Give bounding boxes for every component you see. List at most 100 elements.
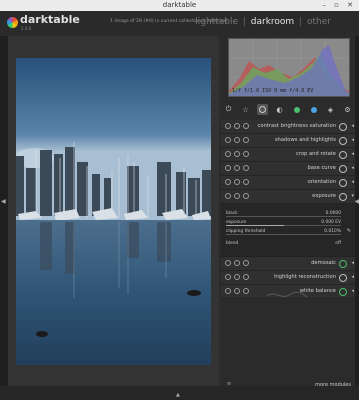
black-slider[interactable]: black 0.0000: [226, 210, 341, 217]
module-reset-icon[interactable]: [243, 274, 249, 280]
window-controls[interactable]: – ▫ ✕: [322, 1, 356, 10]
module-power-icon[interactable]: [225, 137, 231, 143]
expand-caret-icon[interactable]: ◂: [351, 274, 354, 280]
left-panel-collapsed: [0, 36, 8, 386]
module-name: exposure: [312, 193, 336, 199]
module-base-curve[interactable]: base curve ◂: [221, 162, 355, 176]
expand-caret-icon[interactable]: ◂: [351, 179, 354, 185]
slider-fill: [226, 225, 284, 226]
power-icon[interactable]: ⏻: [223, 104, 234, 115]
module-orientation[interactable]: orientation ◂: [221, 176, 355, 190]
module-power-icon[interactable]: [225, 288, 231, 294]
app-name: darktable: [20, 13, 80, 26]
module-reset-icon[interactable]: [243, 151, 249, 157]
color-picker-icon[interactable]: ✎: [347, 228, 351, 234]
app-version: 2.4.0: [21, 26, 32, 31]
module-type-icon: [339, 137, 347, 145]
blend-label: blend: [226, 241, 239, 246]
module-reset-icon[interactable]: [243, 123, 249, 129]
module-reset-icon[interactable]: [243, 137, 249, 143]
histogram[interactable]: 1/f f/1.0 ISO 0 mm f/4.0 EV: [228, 38, 350, 97]
correct-group-icon[interactable]: [308, 104, 319, 115]
view-other[interactable]: other: [307, 17, 331, 27]
image-preview[interactable]: [16, 58, 211, 365]
module-controls: [225, 137, 249, 143]
more-modules-button[interactable]: more modules: [315, 382, 351, 389]
harbour-photo: [16, 58, 211, 365]
slider-track: [226, 216, 341, 217]
exposure-slider[interactable]: exposure 0.000 EV: [226, 219, 341, 226]
module-crop-and-rotate[interactable]: crop and rotate ◂: [221, 148, 355, 162]
module-preset-icon[interactable]: [234, 137, 240, 143]
view-darkroom[interactable]: darkroom: [251, 17, 294, 27]
module-power-icon[interactable]: [225, 165, 231, 171]
module-name: orientation: [307, 179, 336, 185]
effect-group-icon[interactable]: ◈: [325, 104, 336, 115]
clipping-threshold-slider[interactable]: clipping threshold 0.010%: [226, 228, 341, 235]
view-separator: |: [299, 17, 303, 27]
darkroom-center-view: [8, 36, 219, 386]
module-controls: [225, 151, 249, 157]
expand-caret-icon[interactable]: ◂: [351, 137, 354, 143]
module-power-icon[interactable]: [225, 151, 231, 157]
module-preset-icon[interactable]: [234, 260, 240, 266]
module-controls: [225, 288, 249, 294]
expand-left-panel-icon[interactable]: ◀: [1, 198, 6, 205]
module-list: contrast brightness saturation ◂ shadows…: [221, 120, 355, 299]
module-power-icon[interactable]: [225, 123, 231, 129]
module-preset-icon[interactable]: [234, 179, 240, 185]
module-type-icon: [339, 274, 347, 282]
exif-info: 1/f f/1.0 ISO 0 mm f/4.0 EV: [232, 88, 314, 94]
tone-group-icon[interactable]: ◐: [274, 104, 285, 115]
blend-value: off: [335, 241, 341, 246]
module-power-icon[interactable]: [225, 193, 231, 199]
module-power-icon[interactable]: [225, 274, 231, 280]
collapse-caret-icon[interactable]: ▾: [351, 193, 354, 199]
module-type-icon: [339, 193, 347, 201]
module-preset-icon[interactable]: [234, 288, 240, 294]
exposure-settings: black 0.0000 exposure 0.000 EV clipping …: [221, 204, 355, 257]
module-demosaic[interactable]: demosaic ◂: [221, 257, 355, 271]
module-exposure[interactable]: exposure ▾: [221, 190, 355, 204]
module-name: crop and rotate: [295, 151, 336, 157]
module-reset-icon[interactable]: [243, 193, 249, 199]
module-controls: [225, 165, 249, 171]
expand-caret-icon[interactable]: ◂: [351, 260, 354, 266]
expand-caret-icon[interactable]: ◂: [351, 288, 354, 294]
module-power-icon[interactable]: [225, 179, 231, 185]
module-name: contrast brightness saturation: [257, 123, 336, 129]
expand-caret-icon[interactable]: ◂: [351, 165, 354, 171]
module-reset-icon[interactable]: [243, 165, 249, 171]
module-highlight-reconstruction[interactable]: highlight reconstruction ◂: [221, 271, 355, 285]
module-type-icon: [339, 123, 347, 131]
color-group-icon[interactable]: [291, 104, 302, 115]
expand-caret-icon[interactable]: ◂: [351, 123, 354, 129]
view-lighttable[interactable]: lighttable: [195, 17, 238, 27]
module-controls: [225, 193, 249, 199]
basic-group-icon[interactable]: [257, 104, 268, 115]
module-preset-icon[interactable]: [234, 151, 240, 157]
module-reset-icon[interactable]: [243, 260, 249, 266]
module-reset-icon[interactable]: [243, 179, 249, 185]
module-type-icon: [339, 288, 347, 296]
collapse-right-panel-icon[interactable]: ◀: [354, 198, 359, 205]
star-icon[interactable]: ☆: [240, 104, 251, 115]
module-preset-icon[interactable]: [234, 165, 240, 171]
module-type-icon: [339, 179, 347, 187]
module-preset-icon[interactable]: [234, 274, 240, 280]
module-type-icon: [339, 260, 347, 268]
module-shadows-and-highlights[interactable]: shadows and highlights ◂: [221, 134, 355, 148]
module-reset-icon[interactable]: [243, 288, 249, 294]
more-modules-icon[interactable]: ≡: [227, 381, 231, 387]
settings-icon[interactable]: ⚙: [342, 104, 353, 115]
module-power-icon[interactable]: [225, 260, 231, 266]
module-preset-icon[interactable]: [234, 123, 240, 129]
expand-bottom-panel-icon[interactable]: ▲: [176, 392, 180, 398]
expand-caret-icon[interactable]: ◂: [351, 151, 354, 157]
module-contrast-brightness-saturation[interactable]: contrast brightness saturation ◂: [221, 120, 355, 134]
blend-mode-select[interactable]: blend off: [226, 240, 341, 247]
module-name: demosaic: [311, 260, 336, 266]
module-preset-icon[interactable]: [234, 193, 240, 199]
view-switcher: lighttable | darkroom | other: [195, 15, 331, 29]
module-controls: [225, 260, 249, 266]
